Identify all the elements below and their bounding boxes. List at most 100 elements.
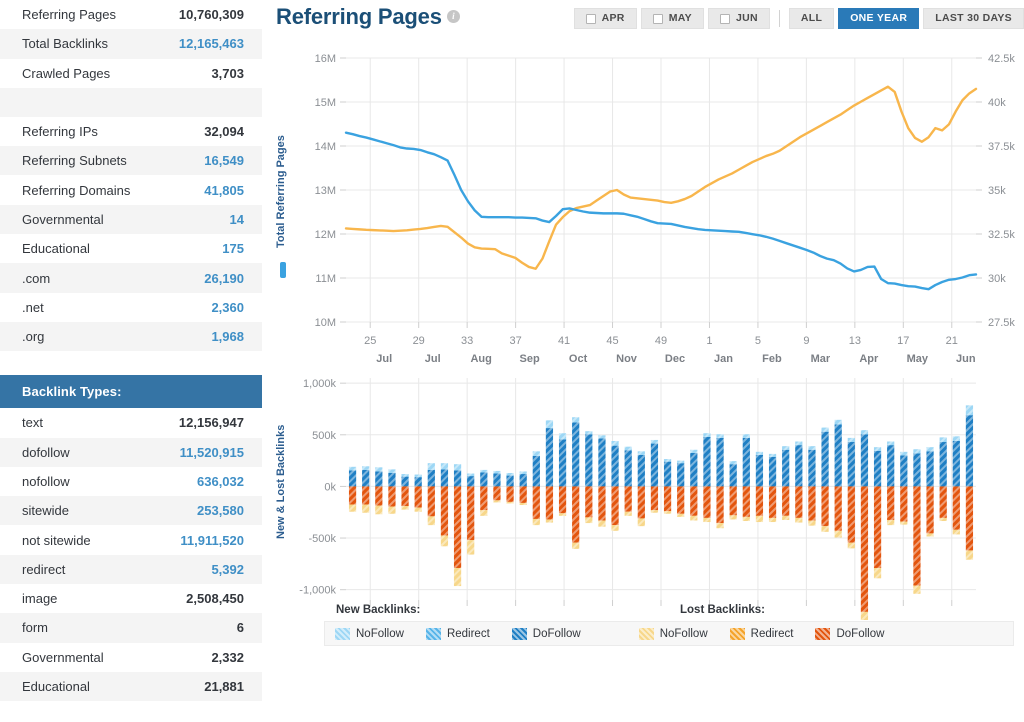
range-button-last-30-days[interactable]: LAST 30 DAYS xyxy=(923,8,1024,29)
bar-group[interactable] xyxy=(873,447,882,579)
bar-group[interactable] xyxy=(440,463,449,547)
table-row[interactable]: Referring Domains 41,805 xyxy=(0,175,262,205)
backlink-type-row-value[interactable]: 5,392 xyxy=(141,555,262,584)
summary-row-value[interactable]: 2,360 xyxy=(153,293,262,322)
table-row[interactable]: sitewide 253,580 xyxy=(0,496,262,526)
summary-row-value[interactable]: 26,190 xyxy=(153,263,262,292)
bar-group[interactable] xyxy=(782,446,790,520)
table-row[interactable]: not sitewide 11,911,520 xyxy=(0,525,262,555)
bar-group[interactable] xyxy=(952,436,960,535)
table-row[interactable]: Referring Subnets 16,549 xyxy=(0,146,262,176)
bar-group[interactable] xyxy=(965,405,974,560)
table-row[interactable]: Crawled Pages 3,703 xyxy=(0,58,262,88)
table-row[interactable]: .org 1,968 xyxy=(0,321,262,352)
bar-group[interactable] xyxy=(900,451,908,525)
bar-group[interactable] xyxy=(663,459,672,514)
summary-row-value[interactable]: 12,165,463 xyxy=(153,29,262,58)
info-icon[interactable]: i xyxy=(446,10,460,23)
bar-group[interactable] xyxy=(821,427,829,532)
table-row[interactable]: redirect 5,392 xyxy=(0,554,262,585)
bar-group[interactable] xyxy=(362,466,370,513)
range-button-jun[interactable]: JUN xyxy=(707,8,770,29)
summary-row-value[interactable]: 1,968 xyxy=(153,322,262,351)
bar-group[interactable] xyxy=(887,441,895,526)
backlink-type-row-value[interactable]: 11,911,520 xyxy=(141,525,262,554)
bar-group[interactable] xyxy=(729,461,737,520)
bar-group[interactable] xyxy=(572,417,580,549)
backlink-type-row-value[interactable]: 253,580 xyxy=(141,496,262,525)
summary-row-value[interactable]: 16,549 xyxy=(153,146,262,175)
checkbox-icon[interactable] xyxy=(585,13,596,24)
bar-group[interactable] xyxy=(768,453,777,523)
bar-group[interactable] xyxy=(453,464,462,587)
bar-group[interactable] xyxy=(401,474,409,510)
bar-group[interactable] xyxy=(677,460,685,517)
table-row[interactable]: .com 26,190 xyxy=(0,263,262,293)
table-row[interactable]: Governmental 2,332 xyxy=(0,642,262,672)
table-row[interactable]: Referring Pages 10,760,309 xyxy=(0,0,262,30)
summary-row-value[interactable]: 14 xyxy=(153,205,262,234)
bar-group[interactable] xyxy=(375,467,383,515)
bar-group[interactable] xyxy=(427,463,435,526)
table-row[interactable]: Total Backlinks 12,165,463 xyxy=(0,29,262,59)
bar-group[interactable] xyxy=(716,434,724,529)
table-row[interactable]: Governmental 14 xyxy=(0,204,262,235)
bar-group[interactable] xyxy=(913,449,921,594)
range-button-apr[interactable]: APR xyxy=(573,8,637,29)
legend-item-new-redirect[interactable]: Redirect xyxy=(425,627,490,640)
table-row[interactable]: .net 2,360 xyxy=(0,292,262,322)
bar-group[interactable] xyxy=(703,433,711,523)
table-row[interactable]: text 12,156,947 xyxy=(0,408,262,438)
new-lost-backlinks-bar-chart[interactable]: -1,000k -500k 0k 500k 1,000k New & Lost Backl… xyxy=(262,370,1024,620)
legend-item-new-dofollow[interactable]: DoFollow xyxy=(511,627,581,640)
bar-group[interactable] xyxy=(611,440,619,531)
checkbox-icon[interactable] xyxy=(719,13,730,24)
bar-group[interactable] xyxy=(545,420,554,523)
table-row[interactable]: Educational 175 xyxy=(0,234,262,264)
summary-row-value[interactable]: 41,805 xyxy=(153,175,262,204)
bar-group[interactable] xyxy=(624,446,632,516)
bar-group[interactable] xyxy=(519,471,527,506)
legend-item-new-nofollow[interactable]: NoFollow xyxy=(335,627,404,640)
bar-group[interactable] xyxy=(532,451,540,526)
table-row[interactable]: Educational 21,881 xyxy=(0,671,262,702)
bar-group[interactable] xyxy=(755,451,764,523)
bar-group[interactable] xyxy=(742,434,750,522)
bar-group[interactable] xyxy=(926,447,934,537)
bar-group[interactable] xyxy=(467,473,475,555)
bar-group[interactable] xyxy=(348,466,357,512)
range-button-may[interactable]: MAY xyxy=(640,8,704,29)
checkbox-icon[interactable] xyxy=(652,13,663,24)
range-button-one-year[interactable]: ONE YEAR xyxy=(838,8,920,29)
range-button-all[interactable]: ALL xyxy=(788,8,835,29)
table-row[interactable]: dofollow 11,520,915 xyxy=(0,437,262,467)
legend-item-lost-dofollow[interactable]: DoFollow xyxy=(815,627,884,640)
bar-group[interactable] xyxy=(558,433,567,516)
summary-row-value[interactable]: 175 xyxy=(153,234,262,263)
bar-group[interactable] xyxy=(598,435,606,527)
referring-pages-line-chart[interactable]: 16M 42.5k 15M 40k 14M 37.5k 13M 35k 12M 32.5k 11M 3… xyxy=(262,40,1024,370)
bar-group[interactable] xyxy=(795,441,803,523)
bar-group[interactable] xyxy=(585,431,593,524)
bar-group[interactable] xyxy=(388,469,396,514)
bar-group[interactable] xyxy=(847,437,855,549)
backlink-type-row-value[interactable]: 11,520,915 xyxy=(141,438,262,467)
legend-item-lost-nofollow[interactable]: NoFollow xyxy=(638,627,708,640)
table-row[interactable]: nofollow 636,032 xyxy=(0,466,262,497)
bar-group[interactable] xyxy=(480,469,488,516)
bar-group[interactable] xyxy=(493,470,501,503)
bar-group[interactable] xyxy=(414,474,422,512)
bar-group[interactable] xyxy=(637,451,645,527)
bar-group[interactable] xyxy=(860,430,869,620)
table-row[interactable]: Referring IPs 32,094 xyxy=(0,116,262,147)
bar-group[interactable] xyxy=(808,446,816,526)
legend-item-lost-redirect[interactable]: Redirect xyxy=(729,627,793,640)
table-row[interactable]: form 6 xyxy=(0,613,262,643)
bar-group[interactable] xyxy=(506,472,514,504)
bar-group[interactable] xyxy=(939,437,947,522)
bar-group[interactable] xyxy=(650,439,659,513)
bar-group[interactable] xyxy=(834,419,842,538)
bar-group[interactable] xyxy=(690,449,698,521)
table-row[interactable]: image 2,508,450 xyxy=(0,584,262,614)
backlink-type-row-value[interactable]: 636,032 xyxy=(141,467,262,496)
